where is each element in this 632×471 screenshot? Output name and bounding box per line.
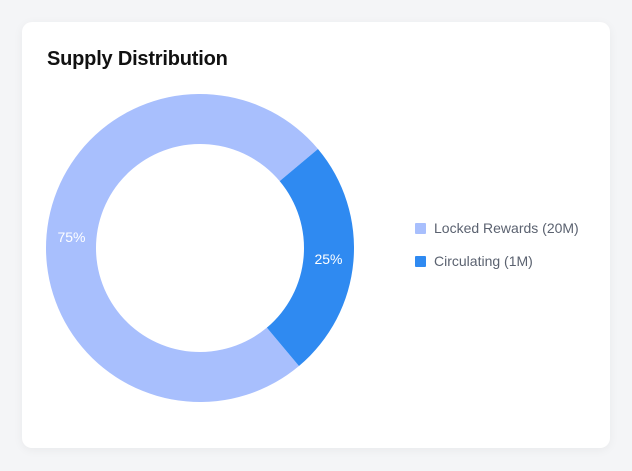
supply-distribution-card: Supply Distribution 75% 25% Locked Reward… xyxy=(22,22,610,448)
donut-slice-0[interactable] xyxy=(46,94,318,402)
legend-label-circulating: Circulating (1M) xyxy=(434,253,533,269)
legend-swatch-circulating xyxy=(415,255,426,267)
chart-legend: Locked Rewards (20M) Circulating (1M) xyxy=(415,220,579,269)
donut-slice-label-1: 25% xyxy=(314,251,342,267)
legend-item-locked-rewards[interactable]: Locked Rewards (20M) xyxy=(415,220,579,236)
donut-slice-label-0: 75% xyxy=(57,229,85,245)
legend-label-locked-rewards: Locked Rewards (20M) xyxy=(434,220,579,236)
legend-swatch-locked-rewards xyxy=(415,222,426,234)
legend-item-circulating[interactable]: Circulating (1M) xyxy=(415,253,579,269)
